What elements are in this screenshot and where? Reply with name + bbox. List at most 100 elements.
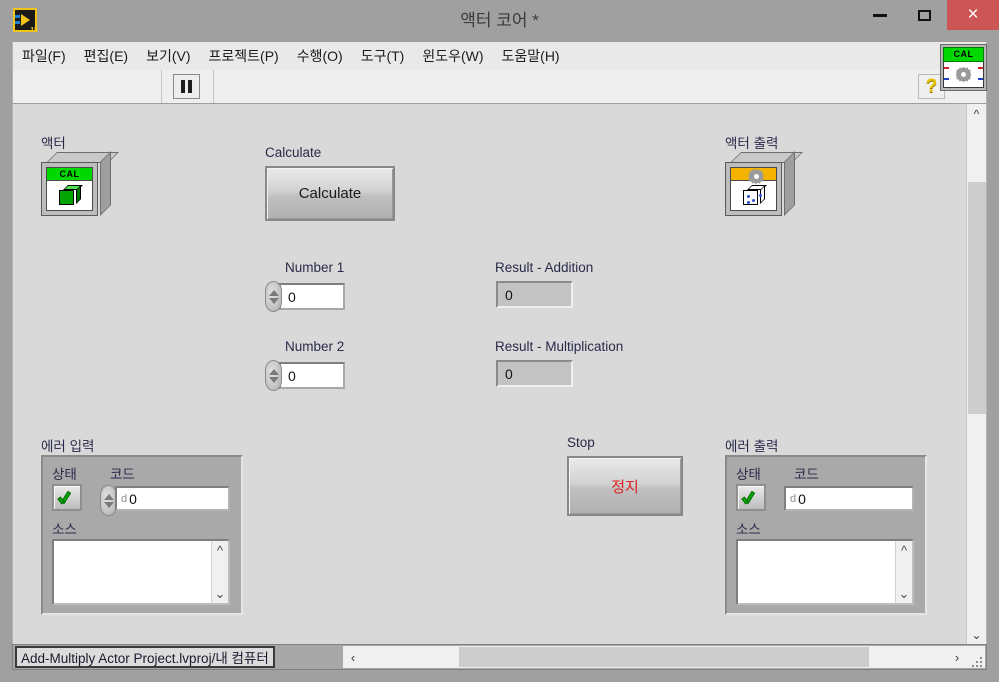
gear-icon bbox=[955, 66, 972, 83]
error-out-code-value: 0 bbox=[798, 490, 806, 507]
maximize-button[interactable] bbox=[902, 0, 947, 30]
pin-icon bbox=[978, 67, 983, 69]
minimize-button[interactable] bbox=[857, 0, 902, 30]
chevron-down-icon[interactable]: ⌄ bbox=[899, 584, 910, 603]
status-bar: Add-Multiply Actor Project.lvproj/내 컴퓨터 … bbox=[12, 644, 987, 670]
menu-bar: 파일(F) 편집(E) 보기(V) 프로젝트(P) 수행(O) 도구(T) 윈도… bbox=[12, 42, 987, 70]
pin-icon bbox=[944, 78, 949, 80]
error-in-source-scrollbar[interactable]: ^ ⌄ bbox=[211, 541, 228, 603]
error-out-status-label: 상태 bbox=[736, 467, 761, 482]
cal-badge-label: CAL bbox=[943, 47, 984, 62]
close-button[interactable]: × bbox=[947, 0, 999, 30]
pause-icon bbox=[188, 80, 192, 93]
actor-cal-label: CAL bbox=[46, 167, 93, 181]
menu-edit[interactable]: 편집(E) bbox=[75, 43, 137, 69]
result-addition-indicator: 0 bbox=[496, 281, 573, 308]
error-in-code-label: 코드 bbox=[110, 467, 135, 482]
scroll-right-button[interactable]: › bbox=[947, 646, 967, 668]
error-out-code-indicator: d 0 bbox=[784, 486, 914, 511]
error-out-status-led bbox=[736, 484, 766, 511]
error-out-source-label: 소스 bbox=[736, 522, 761, 537]
gear-icon bbox=[748, 168, 760, 180]
error-out-source-box: ^ ⌄ bbox=[736, 539, 914, 605]
menu-help[interactable]: 도움말(H) bbox=[493, 43, 569, 69]
chevron-up-icon[interactable]: ^ bbox=[217, 541, 223, 560]
resize-grip[interactable] bbox=[972, 655, 984, 667]
box-side-face bbox=[784, 151, 795, 216]
menu-tools[interactable]: 도구(T) bbox=[352, 43, 414, 69]
chevron-up-icon[interactable]: ^ bbox=[901, 541, 907, 560]
vertical-scrollbar[interactable]: ^ ⌄ bbox=[966, 104, 986, 644]
box-side-face bbox=[100, 151, 111, 216]
calculate-caption: Calculate bbox=[265, 145, 322, 160]
chevron-up-icon bbox=[103, 493, 114, 500]
menu-operate[interactable]: 수행(O) bbox=[288, 43, 352, 69]
number2-label: Number 2 bbox=[285, 339, 345, 354]
actor-output-terminal-label: 액터 출력 bbox=[725, 136, 779, 151]
error-in-status-label: 상태 bbox=[52, 467, 77, 482]
horizontal-scrollbar[interactable]: ‹ › bbox=[343, 646, 985, 668]
scroll-down-button[interactable]: ⌄ bbox=[967, 625, 986, 644]
actor-output-terminal-icon[interactable] bbox=[725, 151, 803, 222]
actor-terminal-icon[interactable]: CAL bbox=[41, 151, 119, 222]
pause-button[interactable] bbox=[173, 74, 200, 99]
chevron-down-icon bbox=[103, 501, 114, 508]
chevron-up-icon bbox=[268, 368, 279, 375]
error-in-cluster: 상태 코드 d 0 소스 ^ ⌄ bbox=[41, 455, 243, 615]
error-in-code-prefix: d bbox=[121, 492, 128, 505]
number1-stepper[interactable] bbox=[265, 281, 282, 312]
number1-control[interactable]: 0 bbox=[265, 281, 345, 312]
chevron-down-icon[interactable]: ⌄ bbox=[215, 584, 226, 603]
error-in-source-box[interactable]: ^ ⌄ bbox=[52, 539, 230, 605]
scroll-up-button[interactable]: ^ bbox=[967, 104, 986, 123]
title-bar: 15 액터 코어 * × bbox=[0, 0, 999, 42]
stop-caption: Stop bbox=[567, 435, 595, 450]
check-icon bbox=[743, 490, 759, 506]
number1-label: Number 1 bbox=[285, 260, 345, 275]
minimize-icon bbox=[872, 13, 887, 17]
number2-input[interactable]: 0 bbox=[279, 362, 345, 389]
menu-project[interactable]: 프로젝트(P) bbox=[200, 43, 288, 69]
pin-icon bbox=[944, 67, 949, 69]
actor-cube-container bbox=[46, 181, 93, 211]
pin-icon bbox=[978, 78, 983, 80]
cal-badge-body bbox=[943, 62, 984, 88]
number1-input[interactable]: 0 bbox=[279, 283, 345, 310]
window-controls: × bbox=[857, 0, 999, 30]
actor-output-gear-header bbox=[730, 167, 777, 181]
result-addition-label: Result - Addition bbox=[495, 260, 594, 275]
calculate-button[interactable]: Calculate bbox=[265, 166, 395, 221]
green-cube-icon bbox=[58, 184, 83, 207]
horizontal-scroll-thumb[interactable] bbox=[459, 647, 869, 667]
error-out-code-label: 코드 bbox=[794, 467, 819, 482]
box-front-face bbox=[725, 162, 782, 216]
number2-stepper[interactable] bbox=[265, 360, 282, 391]
box-front-face: CAL bbox=[41, 162, 98, 216]
stop-button[interactable]: 정지 bbox=[567, 456, 683, 516]
chevron-up-icon bbox=[268, 289, 279, 296]
error-in-source-label: 소스 bbox=[52, 522, 77, 537]
chevron-down-icon bbox=[268, 376, 279, 383]
error-out-source-scrollbar[interactable]: ^ ⌄ bbox=[895, 541, 912, 603]
tool-bar: ? bbox=[12, 70, 987, 104]
actor-output-cube-container bbox=[730, 181, 777, 211]
blue-cube-icon bbox=[742, 184, 767, 207]
error-in-status-led[interactable] bbox=[52, 484, 82, 511]
result-multiplication-indicator: 0 bbox=[496, 360, 573, 387]
maximize-icon bbox=[918, 9, 931, 21]
project-path-label: Add-Multiply Actor Project.lvproj/내 컴퓨터 bbox=[15, 646, 275, 668]
menu-window[interactable]: 윈도우(W) bbox=[413, 43, 492, 69]
chevron-down-icon bbox=[268, 297, 279, 304]
scroll-left-button[interactable]: ‹ bbox=[343, 646, 363, 668]
number2-control[interactable]: 0 bbox=[265, 360, 345, 391]
menu-view[interactable]: 보기(V) bbox=[137, 43, 199, 69]
vertical-scroll-thumb[interactable] bbox=[968, 182, 986, 414]
menu-file[interactable]: 파일(F) bbox=[13, 43, 75, 69]
actor-cal-badge[interactable]: CAL bbox=[940, 44, 987, 91]
check-icon bbox=[59, 490, 75, 506]
error-in-code-input[interactable]: d 0 bbox=[115, 486, 230, 511]
actor-terminal-label: 액터 bbox=[41, 136, 66, 151]
error-in-code-value: 0 bbox=[129, 490, 137, 507]
error-in-label: 에러 입력 bbox=[41, 439, 95, 454]
front-panel-canvas: 액터 CAL 액터 출력 Calculate Calculate Number … bbox=[13, 104, 968, 644]
